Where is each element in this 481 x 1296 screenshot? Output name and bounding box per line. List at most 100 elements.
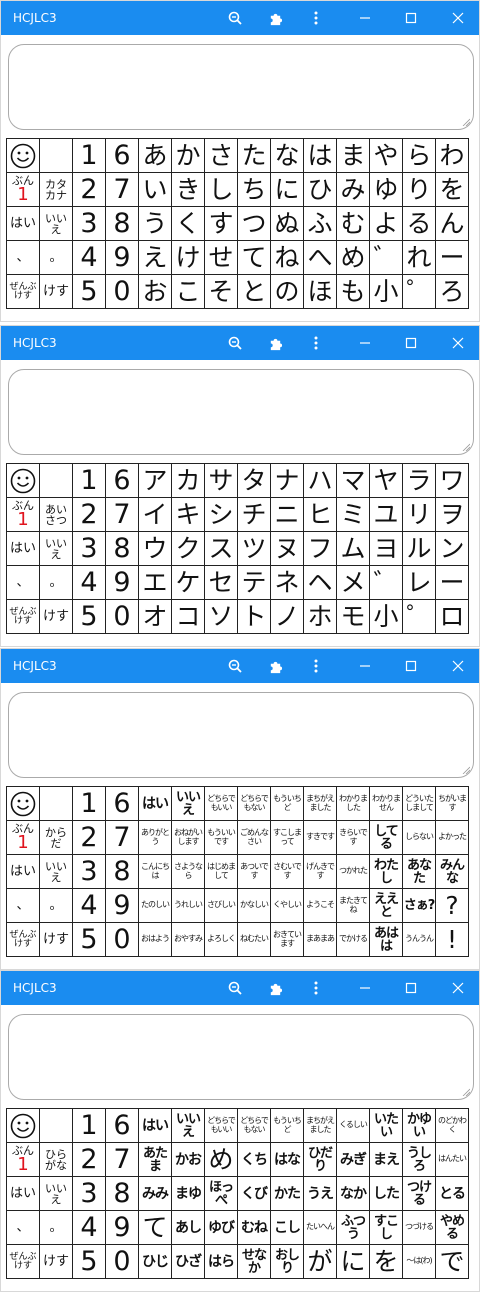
number-key[interactable]: 2 — [72, 497, 106, 532]
char-key[interactable]: ゆび — [204, 1210, 238, 1245]
function-key[interactable]: いいえ — [39, 531, 73, 566]
char-key[interactable]: そ — [204, 274, 238, 309]
char-key[interactable]: コ — [171, 599, 205, 634]
minimize-icon[interactable] — [354, 655, 376, 677]
char-key[interactable]: レ — [402, 565, 436, 600]
char-key[interactable]: すこしまって — [270, 820, 304, 855]
char-key[interactable]: あついです — [237, 854, 271, 889]
char-key[interactable]: ひ — [303, 172, 337, 207]
function-key[interactable]: 、 — [6, 565, 40, 600]
char-key[interactable]: ム — [336, 531, 370, 566]
char-key[interactable]: とる — [435, 1176, 469, 1211]
message-text-area[interactable] — [8, 1014, 474, 1100]
number-key[interactable]: 1 — [72, 463, 106, 498]
char-key[interactable]: ふつう — [336, 1210, 370, 1245]
char-key[interactable]: どちらでもいい — [204, 1108, 238, 1143]
char-key[interactable]: ひだり — [303, 1142, 337, 1177]
number-key[interactable]: 3 — [72, 854, 106, 889]
char-key[interactable]: リ — [402, 497, 436, 532]
char-key[interactable]: すこし — [369, 1210, 403, 1245]
function-key[interactable]: 、 — [6, 240, 40, 275]
char-key[interactable]: ゆ — [369, 172, 403, 207]
char-key[interactable]: よろしく — [204, 922, 238, 957]
char-key[interactable]: うしろ — [402, 1142, 436, 1177]
char-key[interactable]: ゛ — [369, 240, 403, 275]
char-key[interactable]: ー — [435, 240, 469, 275]
char-key[interactable]: まえ — [369, 1142, 403, 1177]
function-key[interactable]: ぜんぶけす — [6, 274, 40, 309]
char-key[interactable]: ケ — [171, 565, 205, 600]
function-key[interactable]: 。 — [39, 888, 73, 923]
char-key[interactable]: はい — [138, 786, 172, 821]
char-key[interactable]: セ — [204, 565, 238, 600]
char-key[interactable]: う — [138, 206, 172, 241]
char-key[interactable]: シ — [204, 497, 238, 532]
char-key[interactable]: のどかわく — [435, 1108, 469, 1143]
function-key[interactable]: けす — [39, 599, 73, 634]
char-key[interactable]: が — [303, 1244, 337, 1279]
char-key[interactable]: 小 — [369, 599, 403, 634]
char-key[interactable]: な — [270, 138, 304, 173]
function-key[interactable]: けす — [39, 274, 73, 309]
char-key[interactable]: め — [336, 240, 370, 275]
number-key[interactable]: 5 — [72, 922, 106, 957]
char-key[interactable]: し — [204, 172, 238, 207]
zoom-out-icon[interactable] — [224, 332, 246, 354]
char-key[interactable]: ろ — [435, 274, 469, 309]
char-key[interactable]: わかりました — [336, 786, 370, 821]
number-key[interactable]: 2 — [72, 172, 106, 207]
char-key[interactable]: こんにちは — [138, 854, 172, 889]
char-key[interactable]: みみ — [138, 1176, 172, 1211]
char-key[interactable]: ソ — [204, 599, 238, 634]
char-key[interactable]: せなか — [237, 1244, 271, 1279]
minimize-icon[interactable] — [354, 332, 376, 354]
char-key[interactable]: モ — [336, 599, 370, 634]
char-key[interactable]: ほっぺ — [204, 1176, 238, 1211]
function-key[interactable]: あいさつ — [39, 497, 73, 532]
char-key[interactable]: あ — [138, 138, 172, 173]
extensions-icon[interactable] — [264, 977, 286, 999]
message-text-area[interactable] — [8, 692, 474, 778]
char-key[interactable]: タ — [237, 463, 271, 498]
char-key[interactable]: さぁ? — [402, 888, 436, 923]
char-key[interactable]: マ — [336, 463, 370, 498]
char-key[interactable]: ル — [402, 531, 436, 566]
char-key[interactable]: わ — [435, 138, 469, 173]
char-key[interactable]: ん — [435, 206, 469, 241]
close-icon[interactable] — [447, 655, 469, 677]
char-key[interactable]: あなた — [402, 854, 436, 889]
extensions-icon[interactable] — [264, 332, 286, 354]
char-key[interactable]: たのしい — [138, 888, 172, 923]
number-key[interactable]: 5 — [72, 599, 106, 634]
char-key[interactable]: ありがとう — [138, 820, 172, 855]
char-key[interactable]: キ — [171, 497, 205, 532]
char-key[interactable]: ミ — [336, 497, 370, 532]
number-key[interactable]: 7 — [105, 820, 139, 855]
function-key[interactable]: いいえ — [39, 854, 73, 889]
char-key[interactable]: か — [171, 138, 205, 173]
function-key[interactable]: いいえ — [39, 206, 73, 241]
number-key[interactable]: 0 — [105, 1244, 139, 1279]
function-key[interactable]: 。 — [39, 240, 73, 275]
char-key[interactable]: ラ — [402, 463, 436, 498]
char-key[interactable]: と — [237, 274, 271, 309]
char-key[interactable]: かた — [270, 1176, 304, 1211]
char-key[interactable]: へ — [303, 240, 337, 275]
char-key[interactable]: もういいです — [204, 820, 238, 855]
char-key[interactable]: ン — [435, 531, 469, 566]
char-key[interactable]: つづける — [402, 1210, 436, 1245]
char-key[interactable]: あし — [171, 1210, 205, 1245]
char-key[interactable]: り — [402, 172, 436, 207]
char-key[interactable]: どちらでもない — [237, 1108, 271, 1143]
char-key[interactable]: きらいです — [336, 820, 370, 855]
function-key[interactable]: はい — [6, 206, 40, 241]
char-key[interactable]: ヨ — [369, 531, 403, 566]
char-key[interactable]: くやしい — [270, 888, 304, 923]
char-key[interactable]: チ — [237, 497, 271, 532]
message-text-area[interactable] — [8, 369, 474, 455]
char-key[interactable]: ふ — [303, 206, 337, 241]
close-icon[interactable] — [447, 332, 469, 354]
char-key[interactable]: ネ — [270, 565, 304, 600]
char-key[interactable]: さ — [204, 138, 238, 173]
number-key[interactable]: 0 — [105, 922, 139, 957]
